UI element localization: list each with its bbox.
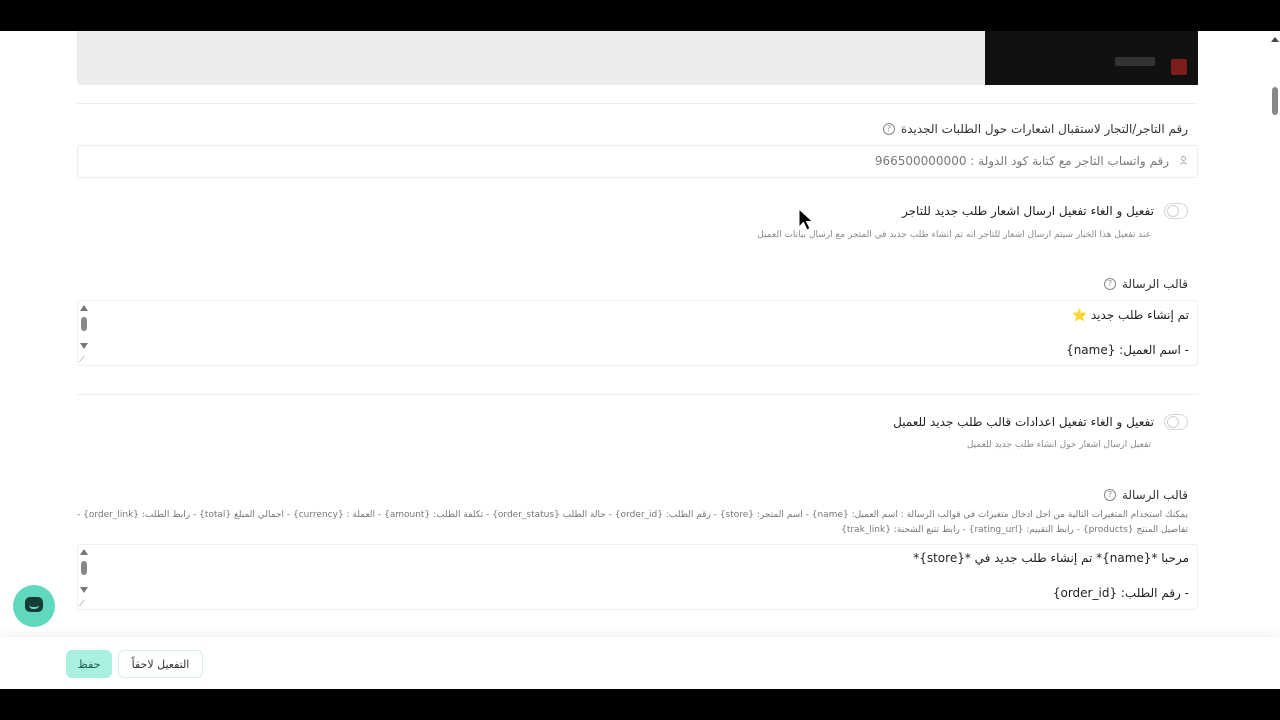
divider xyxy=(77,103,1198,104)
help-icon[interactable]: ? xyxy=(1103,489,1116,501)
textarea-scrollbar[interactable] xyxy=(80,547,90,607)
footer-bar: حفظ التفعيل لاحقاً xyxy=(0,637,1280,689)
customer-template-textarea[interactable]: مرحبا *{name}* تم إنشاء طلب جديد في *{st… xyxy=(77,544,1198,610)
mouse-cursor-icon xyxy=(798,208,814,231)
merchant-number-label: رقم التاجر/التجار لاستقبال اشعارات حول ا… xyxy=(882,122,1188,136)
scroll-down-icon[interactable] xyxy=(80,587,88,593)
help-icon[interactable]: ? xyxy=(882,123,895,135)
merchant-template-label: قالب الرسالة ? xyxy=(1103,277,1188,291)
merchant-number-label-text: رقم التاجر/التجار لاستقبال اشعارات حول ا… xyxy=(900,122,1188,136)
template-line: - رقم الطلب: {order_id} xyxy=(1052,586,1189,600)
video-thumbnail[interactable] xyxy=(985,31,1198,85)
activate-later-button[interactable]: التفعيل لاحقاً xyxy=(118,650,203,678)
merchant-toggle-title: تفعيل و الغاء تفعيل ارسال اشعار طلب جديد… xyxy=(902,204,1154,218)
template-variables-hint: يمكنك استخدام المتغيرات التالية من اجل ا… xyxy=(66,508,1188,538)
settings-panel: رقم التاجر/التجار لاستقبال اشعارات حول ا… xyxy=(0,31,1280,689)
settings-content: رقم التاجر/التجار لاستقبال اشعارات حول ا… xyxy=(0,31,1270,641)
scroll-down-icon[interactable] xyxy=(80,343,88,349)
scroll-thumb[interactable] xyxy=(81,561,87,575)
customer-template-toggle[interactable] xyxy=(1164,414,1188,430)
variables-line: يمكنك استخدام المتغيرات التالية من اجل ا… xyxy=(77,510,1188,520)
divider xyxy=(77,394,1198,395)
scroll-up-icon[interactable] xyxy=(80,305,88,311)
customer-template-label: قالب الرسالة ? xyxy=(1103,488,1188,502)
image-preview-area xyxy=(77,31,1198,85)
toggle-knob xyxy=(1167,205,1179,217)
textarea-scrollbar[interactable] xyxy=(80,303,90,363)
scroll-thumb[interactable] xyxy=(81,317,87,331)
toggle-knob xyxy=(1167,416,1179,428)
variables-line: تفاصيل المنتج {products} - رابط التقييم:… xyxy=(841,525,1188,535)
user-icon xyxy=(1180,156,1187,165)
merchant-template-label-text: قالب الرسالة xyxy=(1121,277,1188,291)
help-icon[interactable]: ? xyxy=(1103,278,1116,290)
template-line: - اسم العميل: {name} xyxy=(1066,343,1189,357)
scroll-up-icon[interactable] xyxy=(1271,37,1279,42)
customer-toggle-description: تفعيل ارسال اشعار حول انشاء طلب جديد للع… xyxy=(966,440,1151,450)
chat-widget-button[interactable] xyxy=(13,585,55,627)
merchant-notification-toggle[interactable] xyxy=(1164,203,1188,219)
page-scrollbar[interactable] xyxy=(1270,31,1280,689)
merchant-template-textarea[interactable]: تم إنشاء طلب جديد ⭐ - اسم العميل: {name}… xyxy=(77,300,1198,366)
scroll-thumb[interactable] xyxy=(1272,87,1278,115)
resize-handle-icon[interactable]: ⟋ xyxy=(79,356,85,364)
save-button[interactable]: حفظ xyxy=(66,650,112,678)
thumbnail-detail xyxy=(1115,57,1155,66)
resize-handle-icon[interactable]: ⟋ xyxy=(79,600,85,608)
scroll-up-icon[interactable] xyxy=(80,549,88,555)
template-line: تم إنشاء طلب جديد ⭐ xyxy=(1072,308,1189,322)
merchant-number-input[interactable]: رقم واتساب التاجر مع كتابة كود الدولة : … xyxy=(77,145,1198,178)
customer-toggle-title: تفعيل و الغاء تفعيل اعدادات قالب طلب جدي… xyxy=(893,415,1154,429)
merchant-toggle-description: عند تفعيل هذا الخيار سيتم ارسال اشعار لل… xyxy=(757,230,1151,240)
customer-template-label-text: قالب الرسالة xyxy=(1121,488,1188,502)
thumbnail-badge xyxy=(1171,59,1187,75)
merchant-number-placeholder: رقم واتساب التاجر مع كتابة كود الدولة : … xyxy=(874,154,1169,168)
customer-toggle-row: تفعيل و الغاء تفعيل اعدادات قالب طلب جدي… xyxy=(893,414,1188,430)
merchant-toggle-row: تفعيل و الغاء تفعيل ارسال اشعار طلب جديد… xyxy=(902,203,1188,219)
template-line: مرحبا *{name}* تم إنشاء طلب جديد في *{st… xyxy=(913,551,1189,565)
